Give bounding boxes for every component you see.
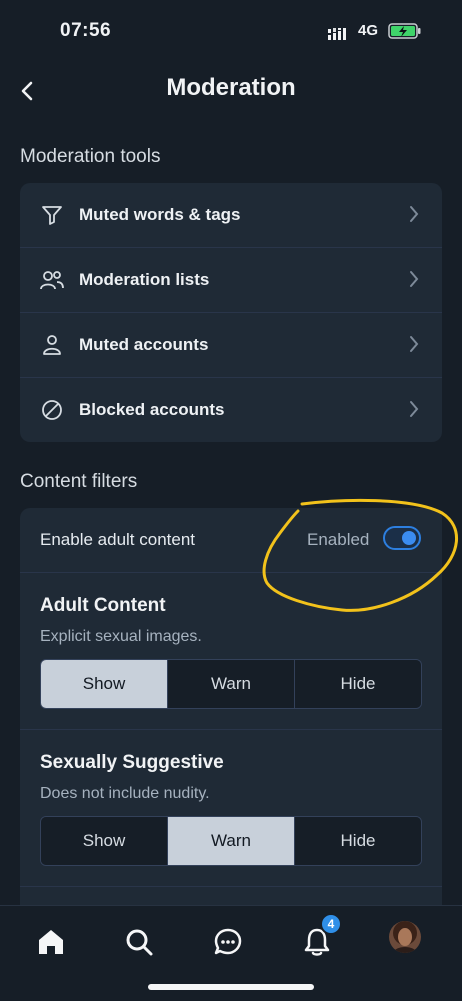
sexually-suggestive-warn-option[interactable]: Warn bbox=[168, 817, 295, 865]
notification-badge: 4 bbox=[320, 913, 342, 935]
chevron-right-icon bbox=[410, 401, 419, 417]
adult-content-warn-option[interactable]: Warn bbox=[168, 660, 295, 708]
chevron-right-icon bbox=[410, 206, 419, 222]
profile-avatar[interactable] bbox=[389, 921, 421, 953]
battery-charging-icon bbox=[388, 22, 422, 45]
blocked-accounts-row[interactable]: Blocked accounts bbox=[20, 378, 442, 442]
home-indicator bbox=[148, 984, 314, 990]
status-bar: 07:56 4G bbox=[0, 0, 462, 62]
muted-accounts-label: Muted accounts bbox=[79, 335, 209, 354]
status-time: 07:56 bbox=[60, 20, 112, 41]
page-title: Moderation bbox=[166, 74, 296, 101]
tab-search[interactable] bbox=[119, 922, 159, 962]
muted-words-row[interactable]: Muted words & tags bbox=[20, 183, 442, 248]
sexually-suggestive-segmented-control: Show Warn Hide bbox=[40, 816, 422, 866]
content-filters-heading: Content filters bbox=[20, 471, 138, 492]
chevron-right-icon bbox=[410, 271, 419, 287]
moderation-tools-card: Muted words & tags Moderation lists Mute… bbox=[20, 183, 442, 442]
muted-accounts-row[interactable]: Muted accounts bbox=[20, 313, 442, 378]
users-icon bbox=[40, 268, 64, 292]
home-icon bbox=[39, 930, 63, 954]
moderation-lists-row[interactable]: Moderation lists bbox=[20, 248, 442, 313]
tab-home[interactable] bbox=[31, 922, 71, 962]
search-icon bbox=[126, 929, 153, 956]
sexually-suggestive-show-option[interactable]: Show bbox=[41, 817, 168, 865]
chat-icon bbox=[214, 928, 242, 955]
person-icon bbox=[40, 333, 64, 357]
adult-content-hide-option[interactable]: Hide bbox=[295, 660, 421, 708]
tab-chat[interactable] bbox=[208, 922, 248, 962]
sexually-suggestive-description: Does not include nudity. bbox=[40, 785, 210, 802]
network-label: 4G bbox=[358, 22, 379, 39]
adult-content-title: Adult Content bbox=[40, 595, 166, 616]
moderation-tools-heading: Moderation tools bbox=[20, 146, 161, 167]
sexually-suggestive-hide-option[interactable]: Hide bbox=[295, 817, 421, 865]
signal-icon bbox=[328, 27, 352, 45]
sexually-suggestive-pref: Sexually Suggestive Does not include nud… bbox=[20, 730, 442, 887]
moderation-lists-label: Moderation lists bbox=[79, 270, 210, 289]
muted-words-label: Muted words & tags bbox=[79, 205, 241, 224]
adult-content-description: Explicit sexual images. bbox=[40, 628, 202, 645]
annotation-circle bbox=[262, 498, 458, 612]
filter-icon bbox=[40, 203, 64, 227]
blocked-accounts-label: Blocked accounts bbox=[79, 400, 225, 419]
chevron-right-icon bbox=[410, 336, 419, 352]
adult-content-segmented-control: Show Warn Hide bbox=[40, 659, 422, 709]
sexually-suggestive-title: Sexually Suggestive bbox=[40, 752, 224, 773]
enable-adult-content-label: Enable adult content bbox=[40, 530, 196, 549]
page-header: Moderation bbox=[0, 62, 462, 120]
adult-content-show-option[interactable]: Show bbox=[41, 660, 168, 708]
block-icon bbox=[40, 398, 64, 422]
